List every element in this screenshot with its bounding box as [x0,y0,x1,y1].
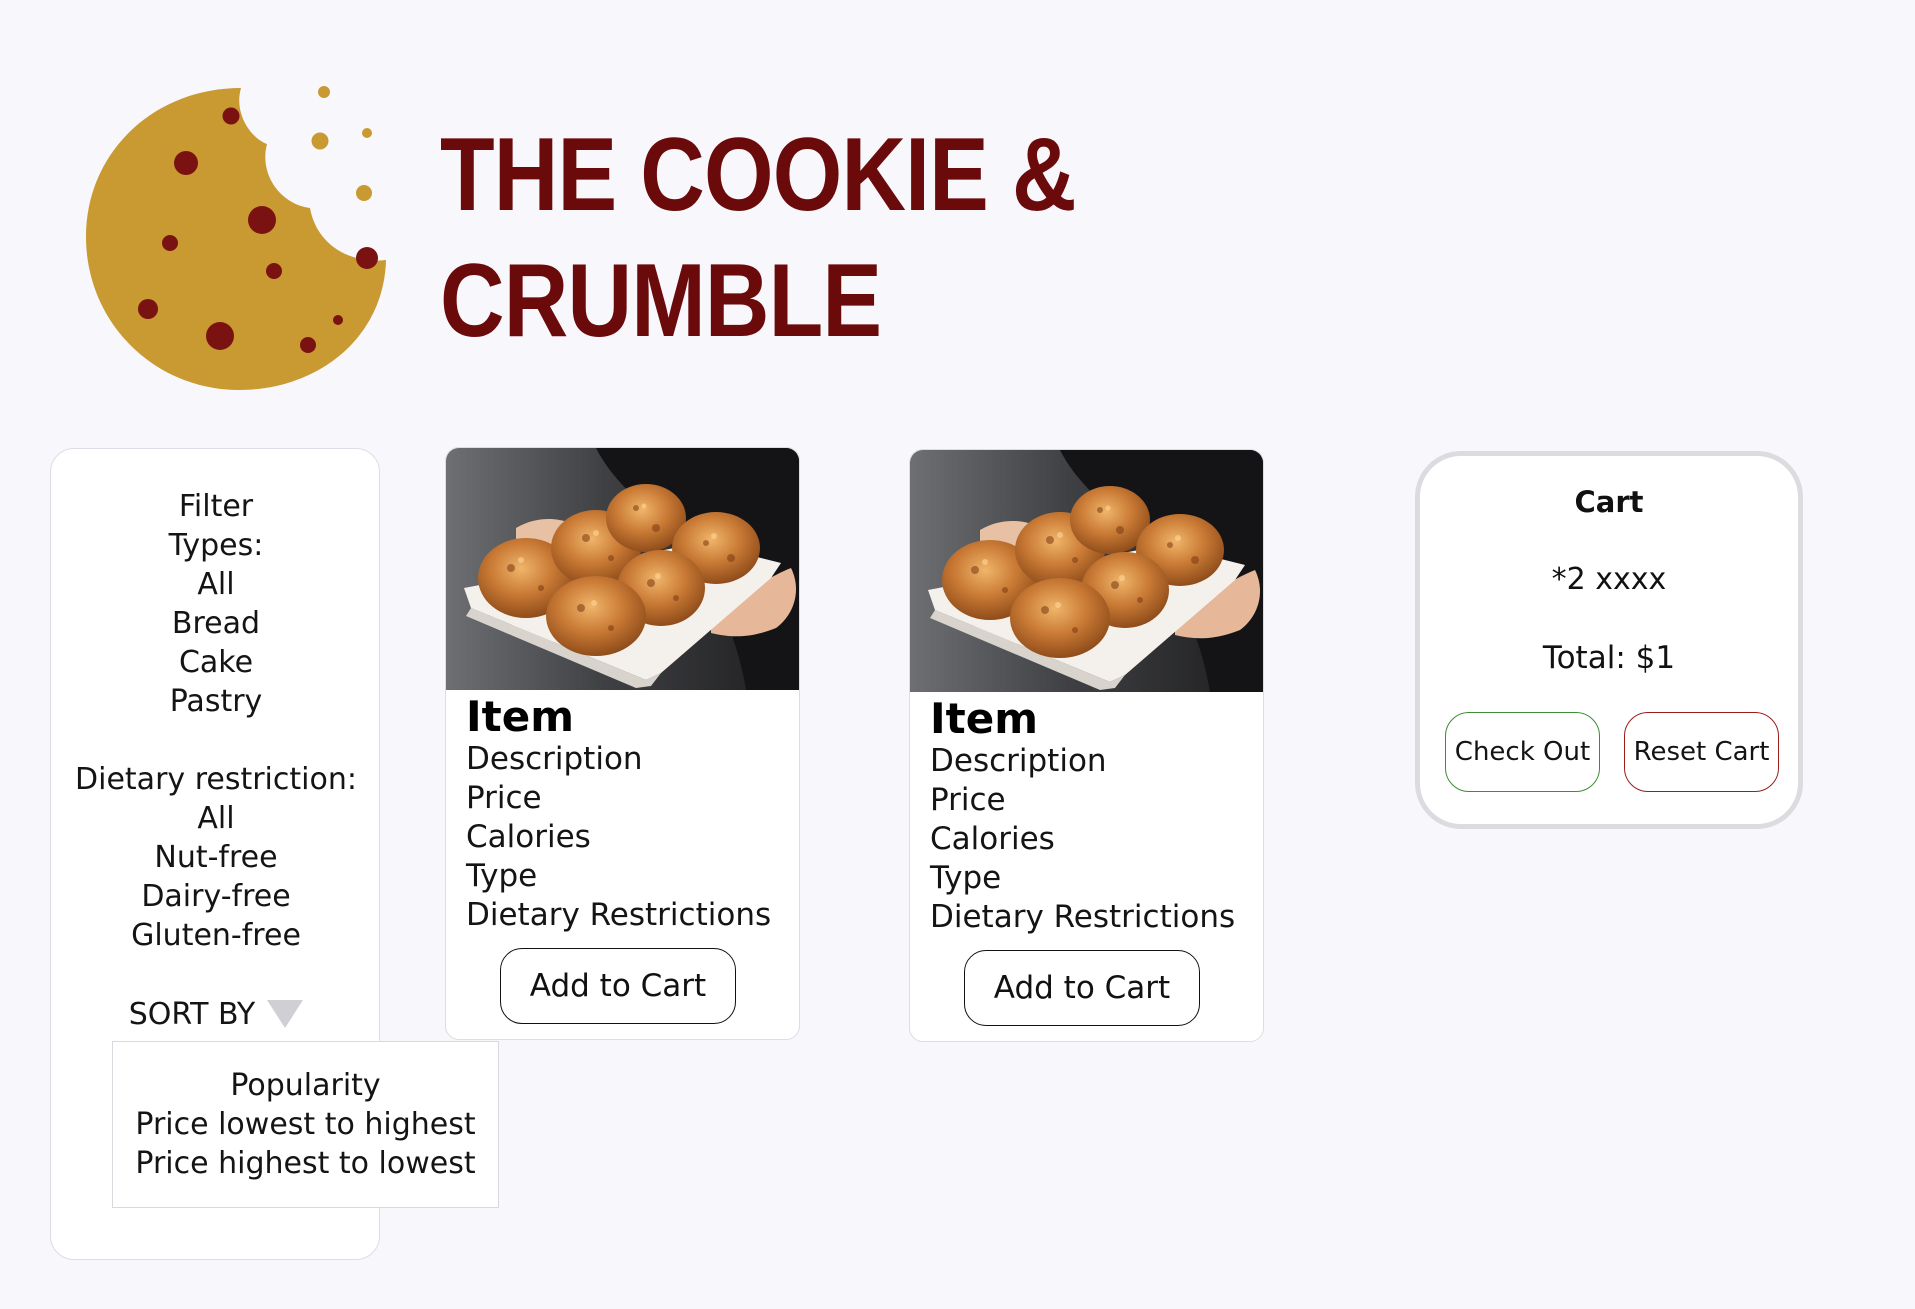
types-label: Types: [168,528,264,563]
filter-dietary-nut-free[interactable]: Nut-free [51,838,381,877]
product-title: Item [466,692,574,741]
filter-list: Filter Types: All Bread Cake Pastry Diet… [51,487,381,955]
sort-option-price-desc[interactable]: Price highest to lowest [113,1144,498,1183]
product-dietary: Dietary Restrictions [930,899,1236,935]
reset-cart-button[interactable]: Reset Cart [1624,712,1779,792]
filter-heading: Filter [178,489,254,524]
filter-dietary-all[interactable]: All [51,799,381,838]
filter-dietary-dairy-free[interactable]: Dairy-free [51,877,381,916]
add-to-cart-button[interactable]: Add to Cart [500,948,736,1024]
dietary-label: Dietary restriction: [75,762,357,797]
filter-type-all[interactable]: All [51,565,381,604]
sort-options-menu: Popularity Price lowest to highest Price… [112,1041,499,1208]
product-info: Item Description Price Calories Type Die… [930,696,1253,937]
product-calories: Calories [930,821,1055,857]
product-image [910,450,1263,692]
product-card: Item Description Price Calories Type Die… [445,447,800,1040]
product-image [446,448,799,690]
cart-title: Cart [1574,485,1644,519]
product-price: Price [930,782,1006,818]
product-card: Item Description Price Calories Type Die… [909,449,1264,1042]
cart-panel: Cart *2 xxxx Total: $1 Check Out Reset C… [1415,451,1803,829]
product-dietary: Dietary Restrictions [466,897,772,933]
filter-type-pastry[interactable]: Pastry [51,682,381,721]
product-price: Price [466,780,542,816]
product-type: Type [930,860,1002,896]
cart-item: *2 xxxx [1551,562,1667,597]
sort-by-label: SORT BY [128,997,256,1032]
caret-down-icon [267,1000,304,1028]
cookie-logo-icon [86,86,386,390]
product-title: Item [930,694,1038,743]
add-to-cart-button[interactable]: Add to Cart [964,950,1200,1026]
filter-type-cake[interactable]: Cake [51,643,381,682]
filter-spacer [51,721,381,760]
product-description: Description [930,743,1107,779]
product-info: Item Description Price Calories Type Die… [466,694,789,935]
sort-option-price-asc[interactable]: Price lowest to highest [113,1105,498,1144]
product-type: Type [466,858,538,894]
check-out-button[interactable]: Check Out [1445,712,1600,792]
product-calories: Calories [466,819,591,855]
product-description: Description [466,741,643,777]
sort-option-popularity[interactable]: Popularity [113,1066,498,1105]
filter-dietary-gluten-free[interactable]: Gluten-free [51,916,381,955]
sort-by-dropdown[interactable]: SORT BY [51,995,381,1035]
cart-total: Total: $1 [1542,640,1676,676]
brand-title: THE COOKIE & CRUMBLE [440,117,1077,359]
filter-type-bread[interactable]: Bread [51,604,381,643]
